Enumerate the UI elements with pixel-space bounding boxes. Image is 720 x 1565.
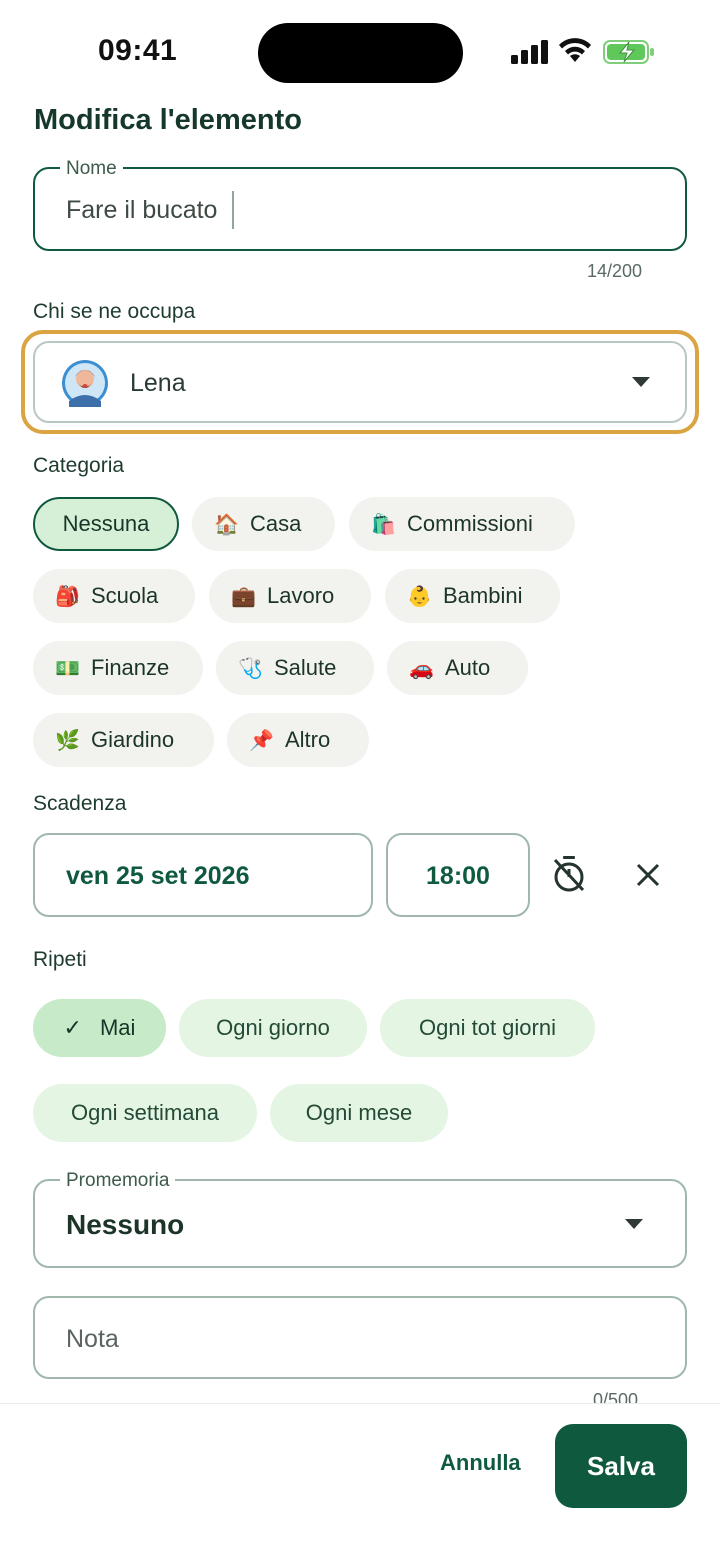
category-chip-nessuna[interactable]: Nessuna <box>33 497 179 551</box>
category-chip-label: Finanze <box>91 655 170 680</box>
battery-charging-icon <box>603 40 654 64</box>
note-placeholder: Nota <box>66 1325 119 1353</box>
note-field[interactable]: Nota <box>33 1296 687 1379</box>
repeat-label: Ripeti <box>33 948 87 971</box>
backpack-icon: 🎒 <box>55 585 80 608</box>
category-chip-label: Bambini <box>443 583 523 608</box>
briefcase-icon: 💼 <box>231 585 256 608</box>
category-chip-label: Giardino <box>91 727 175 752</box>
check-icon: ✓ <box>63 1015 82 1040</box>
repeat-chip-mai[interactable]: ✓ Mai <box>33 999 166 1057</box>
assignee-label: Chi se ne occupa <box>33 300 196 323</box>
repeat-chip-label: Ogni tot giorni <box>419 1015 556 1040</box>
save-button[interactable]: Salva <box>555 1424 687 1508</box>
due-date-value: ven 25 set 2026 <box>66 862 250 890</box>
due-label: Scadenza <box>33 792 127 815</box>
category-chip-scuola[interactable]: 🎒 Scuola <box>33 569 195 623</box>
category-label: Categoria <box>33 454 125 477</box>
money-icon: 💵 <box>55 657 80 680</box>
repeat-chip-label: Ogni settimana <box>71 1100 219 1125</box>
cellular-signal-icon <box>511 40 548 64</box>
category-chip-bambini[interactable]: 👶 Bambini <box>385 569 560 623</box>
category-chip-label: Commissioni <box>407 511 533 536</box>
category-chip-commissioni[interactable]: 🛍️ Commissioni <box>349 497 575 551</box>
category-chip-label: Nessuna <box>62 511 150 536</box>
category-chip-giardino[interactable]: 🌿 Giardino <box>33 713 214 767</box>
name-field-label: Nome <box>60 158 123 180</box>
category-chip-label: Casa <box>250 511 302 536</box>
repeat-chip-label: Ogni mese <box>305 1100 413 1125</box>
baby-icon: 👶 <box>407 585 432 608</box>
category-chip-finanze[interactable]: 💵 Finanze <box>33 641 203 695</box>
dialog-title: Modifica l'elemento <box>34 104 302 136</box>
category-chip-label: Lavoro <box>267 583 335 608</box>
shopping-bags-icon: 🛍️ <box>371 513 396 536</box>
clear-date-icon[interactable] <box>636 863 660 887</box>
repeat-chip-ogni-giorno[interactable]: Ogni giorno <box>179 999 367 1057</box>
category-chip-label: Scuola <box>91 583 159 608</box>
category-chip-auto[interactable]: 🚗 Auto <box>387 641 528 695</box>
cancel-button[interactable]: Annulla <box>440 1450 521 1476</box>
name-field-value: Fare il bucato <box>66 196 218 224</box>
category-chip-casa[interactable]: 🏠 Casa <box>192 497 335 551</box>
dynamic-island <box>258 23 463 83</box>
assignee-select[interactable]: Lena <box>33 341 687 423</box>
repeat-chip-ogni-tot-giorni[interactable]: Ogni tot giorni <box>380 999 595 1057</box>
name-counter: 14/200 <box>587 261 643 281</box>
category-chip-salute[interactable]: 🩺 Salute <box>216 641 374 695</box>
wifi-icon <box>559 38 591 62</box>
leaf-icon: 🌿 <box>55 729 80 752</box>
reminder-value: Nessuno <box>66 1209 185 1240</box>
repeat-chip-ogni-settimana[interactable]: Ogni settimana <box>33 1084 257 1142</box>
reminder-label: Promemoria <box>60 1170 176 1192</box>
text-cursor <box>232 191 234 229</box>
timer-off-icon[interactable] <box>551 855 587 893</box>
assignee-value: Lena <box>130 369 186 397</box>
due-time-field[interactable]: 18:00 <box>386 833 530 917</box>
car-icon: 🚗 <box>409 657 434 680</box>
repeat-chip-label: Mai <box>99 1015 136 1040</box>
house-icon: 🏠 <box>214 513 239 536</box>
repeat-chip-ogni-mese[interactable]: Ogni mese <box>270 1084 448 1142</box>
category-chip-altro[interactable]: 📌 Altro <box>227 713 369 767</box>
name-field[interactable]: Fare il bucato <box>33 167 687 251</box>
repeat-chip-label: Ogni giorno <box>216 1015 330 1040</box>
status-time: 09:41 <box>98 34 178 67</box>
avatar <box>62 360 108 407</box>
category-chip-label: Auto <box>445 655 491 680</box>
category-chip-label: Salute <box>274 655 337 680</box>
pushpin-icon: 📌 <box>249 729 274 752</box>
due-time-value: 18:00 <box>426 862 490 890</box>
category-chip-label: Altro <box>285 727 331 752</box>
dropdown-arrow-icon <box>625 1219 643 1229</box>
reminder-select[interactable]: Nessuno <box>33 1179 687 1268</box>
category-chip-lavoro[interactable]: 💼 Lavoro <box>209 569 371 623</box>
dropdown-arrow-icon <box>632 377 650 387</box>
stethoscope-icon: 🩺 <box>238 657 263 680</box>
due-date-field[interactable]: ven 25 set 2026 <box>33 833 373 917</box>
